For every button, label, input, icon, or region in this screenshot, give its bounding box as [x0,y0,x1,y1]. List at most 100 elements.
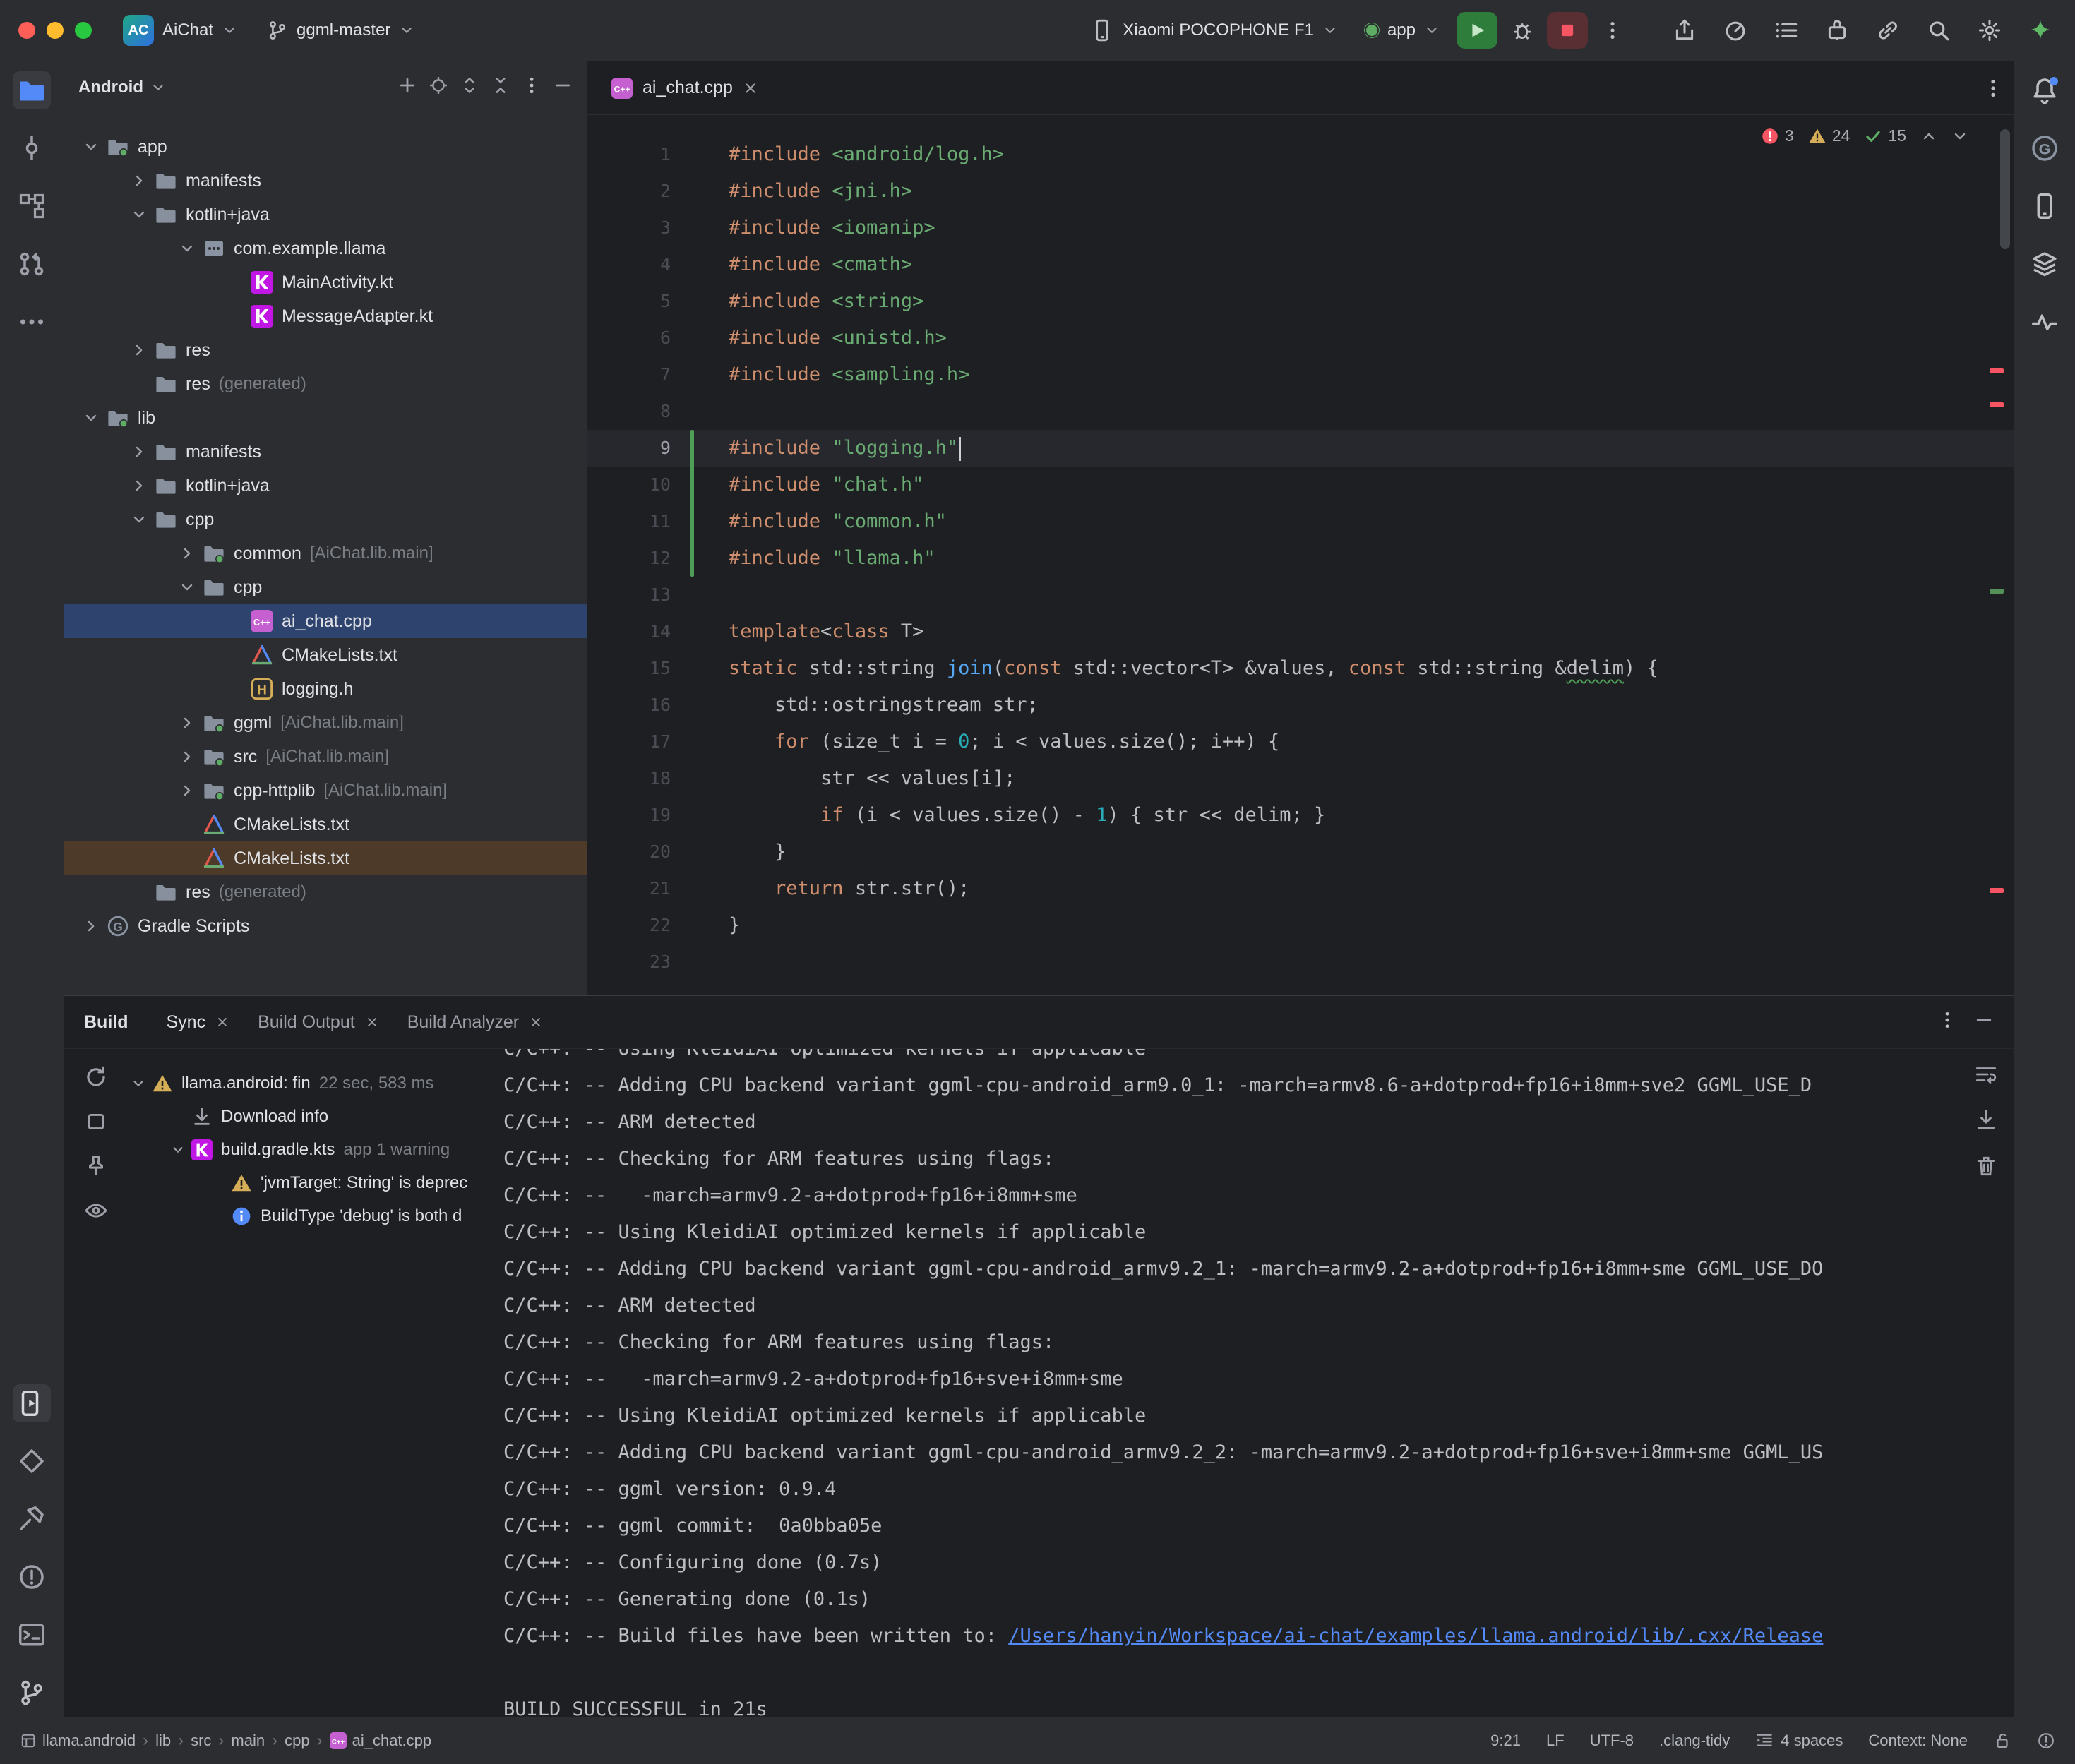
tree-item-cmakelists-txt[interactable]: CMakeLists.txt [64,638,587,672]
chevron-down-icon[interactable] [124,206,155,223]
chevron-right-icon[interactable] [124,443,155,460]
stop-button[interactable] [1547,12,1588,49]
resource-manager-tool-button[interactable] [2026,245,2064,283]
line-number[interactable]: 9 [587,430,698,467]
breadcrumb-ai-chat-cpp[interactable]: C++ai_chat.cpp [330,1732,432,1750]
ai-context-widget[interactable]: Context: None [1868,1732,1968,1750]
line-number[interactable]: 23 [587,944,698,980]
error-stripe-mark[interactable] [1990,368,2004,373]
line-separator-widget[interactable]: LF [1546,1732,1565,1750]
notifications-button[interactable] [2026,71,2064,109]
collapse-all-button[interactable] [491,76,510,100]
locate-file-button[interactable] [429,76,448,100]
version-control-tool-button[interactable] [13,1674,51,1712]
hide-project-panel-button[interactable] [553,76,573,100]
passed-count[interactable]: 15 [1864,126,1906,145]
line-number[interactable]: 1 [587,136,698,173]
project-selector[interactable]: AC AiChat [113,9,247,52]
terminal-tool-button[interactable] [13,1616,51,1654]
device-manager-tool-button[interactable] [2026,187,2064,225]
tree-item-common[interactable]: common[AiChat.lib.main] [64,536,587,570]
tree-item-src[interactable]: src[AiChat.lib.main] [64,740,587,774]
build-tab-build-output[interactable]: Build Output [244,996,393,1048]
chevron-right-icon[interactable] [172,782,203,799]
next-problem-icon[interactable] [1951,128,1968,145]
zoom-window-button[interactable] [75,22,92,39]
change-stripe-mark[interactable] [1990,589,2004,594]
dependencies-tool-button[interactable] [13,1442,51,1480]
profiler-button[interactable] [1719,14,1752,47]
share-button[interactable] [1668,14,1701,47]
tree-item-ggml[interactable]: ggml[AiChat.lib.main] [64,706,587,740]
line-number[interactable]: 4 [587,246,698,283]
indent-style-widget[interactable]: 4 spaces [1755,1732,1843,1750]
chevron-right-icon[interactable] [172,714,203,731]
tree-item-res[interactable]: res [64,333,587,367]
problems-tool-button[interactable] [13,1558,51,1596]
hide-build-panel-button[interactable] [1974,1010,1994,1035]
close-icon[interactable] [365,1015,379,1029]
line-number[interactable]: 11 [587,503,698,540]
pin-tab-button[interactable] [84,1154,108,1183]
line-number[interactable]: 10 [587,467,698,503]
chevron-down-icon[interactable] [165,1142,191,1158]
close-icon[interactable] [529,1015,543,1029]
chevron-right-icon[interactable] [124,477,155,494]
soft-wrap-button[interactable] [1974,1062,1998,1091]
close-window-button[interactable] [18,22,35,39]
debug-button[interactable] [1505,13,1540,48]
tree-item-mainactivity-kt[interactable]: MainActivity.kt [64,265,587,299]
line-number[interactable]: 6 [587,320,698,356]
expand-all-button[interactable] [460,76,479,100]
tree-item-res[interactable]: res(generated) [64,367,587,401]
running-devices-tool-button[interactable] [13,1384,51,1422]
vcs-branch-selector[interactable]: ggml-master [257,14,424,47]
line-number[interactable]: 18 [587,760,698,797]
structure-tool-button[interactable] [13,187,51,225]
previous-problem-icon[interactable] [1920,128,1937,145]
link-button[interactable] [1872,14,1904,47]
tree-item-cmakelists-txt[interactable]: CMakeLists.txt [64,841,587,875]
tree-item-cpp[interactable]: cpp [64,503,587,536]
line-number[interactable]: 17 [587,724,698,760]
chevron-down-icon[interactable] [76,138,107,155]
gemini-button[interactable] [2024,14,2057,47]
project-view-selector[interactable]: Android [78,78,166,97]
run-button[interactable] [1457,12,1497,49]
project-options-button[interactable] [522,76,542,100]
chevron-right-icon[interactable] [172,545,203,562]
tree-item-manifests[interactable]: manifests [64,164,587,198]
clear-output-button[interactable] [1974,1154,1998,1183]
breadcrumb-main[interactable]: main [231,1732,265,1750]
line-number[interactable]: 14 [587,613,698,650]
tree-item-gradle-scripts[interactable]: GGradle Scripts [64,909,587,943]
build-tool-button[interactable] [13,1500,51,1538]
run-config-selector[interactable]: app [1355,15,1449,46]
cursor-position-widget[interactable]: 9:21 [1490,1732,1521,1750]
chevron-right-icon[interactable] [76,918,107,935]
editor-scrollbar[interactable] [2000,129,2010,249]
settings-button[interactable] [1973,14,2006,47]
line-number[interactable]: 2 [587,173,698,210]
file-lock-widget[interactable] [1993,1732,2011,1750]
chevron-down-icon[interactable] [76,409,107,426]
chevron-down-icon[interactable] [172,240,203,257]
chevron-down-icon[interactable] [172,579,203,596]
tree-item-app[interactable]: app [64,130,587,164]
chevron-right-icon[interactable] [124,172,155,189]
tree-item-messageadapter-kt[interactable]: MessageAdapter.kt [64,299,587,333]
build-panel-title[interactable]: Build [84,1012,128,1033]
warning-count[interactable]: 24 [1808,126,1850,145]
commit-tool-button[interactable] [13,129,51,167]
editor-tab-ai-chat-cpp[interactable]: C++ ai_chat.cpp [597,61,772,114]
error-stripe-mark[interactable] [1990,888,2004,893]
tree-item-download-info[interactable]: Download info [121,1100,491,1133]
line-number[interactable]: 8 [587,393,698,430]
line-number[interactable]: 21 [587,870,698,907]
gradle-tool-button[interactable]: G [2026,129,2064,167]
tree-item-kotlin-java[interactable]: kotlin+java [64,469,587,503]
chevron-right-icon[interactable] [124,342,155,359]
inspections-widget[interactable]: 3 24 15 [1761,126,1968,145]
close-tab-icon[interactable] [743,80,758,96]
code-editor[interactable]: 1#include <android/log.h>2#include <jni.… [587,115,2014,995]
